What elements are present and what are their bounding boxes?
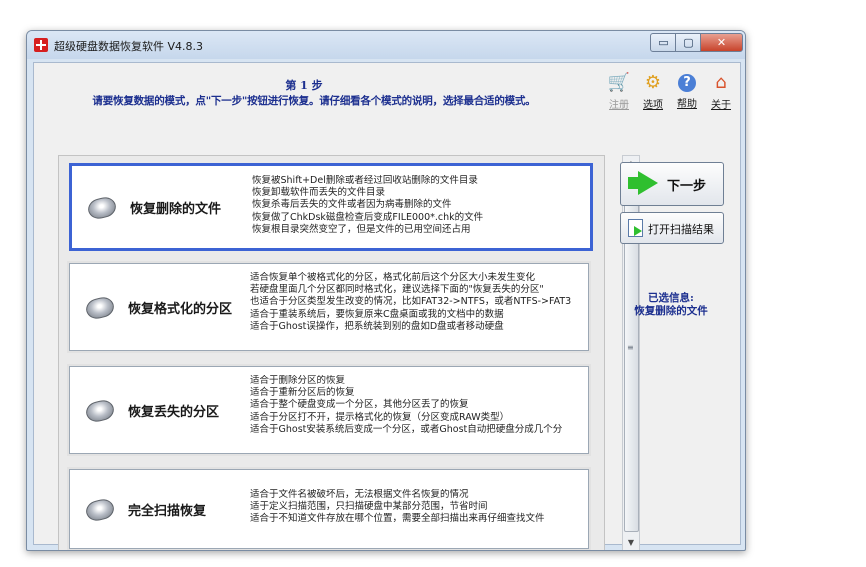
top-toolbar: 🛒 注册 ⚙ 选项 ? 帮助 ⌂ 关于 xyxy=(606,73,738,113)
mode-line: 也适合于分区类型发生改变的情况，比如FAT32->NTFS，或者NTFS->FA… xyxy=(250,296,572,308)
mode-name: 恢复格式化的分区 xyxy=(128,302,233,317)
open-scan-result-label: 打开扫描结果 xyxy=(648,223,714,236)
maximize-button[interactable]: ▢ xyxy=(675,33,702,52)
help-link[interactable]: ? 帮助 xyxy=(674,73,700,111)
mode-description: 适合恢复单个被格式化的分区，格式化前后这个分区大小未发生变化 若硬盘里面几个分区… xyxy=(250,272,588,333)
cart-icon: 🛒 xyxy=(607,72,631,93)
scroll-down-button[interactable]: ▼ xyxy=(623,535,639,550)
mode-line: 恢复根目录突然变空了，但是文件的已用空间还占用 xyxy=(252,223,471,235)
mode-name: 完全扫描恢复 xyxy=(128,504,207,519)
hard-disk-icon xyxy=(85,194,119,222)
mode-card-format[interactable]: 恢复格式化的分区 适合恢复单个被格式化的分区，格式化前后这个分区大小未发生变化 … xyxy=(69,263,589,351)
about-link[interactable]: ⌂ 关于 xyxy=(708,73,734,112)
mode-description: 适合于删除分区的恢复 适合于重新分区后的恢复 适合于整个硬盘变成一个分区，其他分… xyxy=(250,375,588,436)
mode-line: 适合于Ghost安装系统后变成一个分区，或者Ghost自动把硬盘分成几个分 xyxy=(250,423,563,435)
green-arrow-icon xyxy=(628,171,658,195)
mode-line: 适合于删除分区的恢复 xyxy=(250,375,346,386)
help-icon: ? xyxy=(678,74,696,92)
mode-line: 若硬盘里面几个分区都同时格式化，建议选择下面的"恢复丢失的分区" xyxy=(250,284,544,296)
window-title: 超级硬盘数据恢复软件 V4.8.3 xyxy=(54,40,204,53)
close-button[interactable]: ✕ xyxy=(700,33,743,52)
mode-line: 适合于重新分区后的恢复 xyxy=(250,387,355,399)
app-logo-icon xyxy=(34,38,48,52)
selected-info-value: 恢复删除的文件 xyxy=(634,305,708,317)
mode-line: 适合恢复单个被格式化的分区，格式化前后这个分区大小未发生变化 xyxy=(250,272,536,283)
open-document-icon xyxy=(628,219,643,237)
mode-line: 适合于Ghost误操作，把系统装到别的盘如D盘或者移动硬盘 xyxy=(250,320,504,332)
title-bar[interactable]: 超级硬盘数据恢复软件 V4.8.3 ▭ ▢ ✕ xyxy=(27,31,745,59)
mode-line: 适于定义扫描范围，只扫描硬盘中某部分范围，节省时间 xyxy=(250,501,488,513)
app-window: 超级硬盘数据恢复软件 V4.8.3 ▭ ▢ ✕ 第 1 步 请要恢复数据的模式，… xyxy=(26,30,746,551)
register-link[interactable]: 🛒 注册 xyxy=(606,73,632,112)
mode-line: 适合于重装系统后，要恢复原来C盘桌面或我的文档中的数据 xyxy=(250,308,504,320)
mode-name: 恢复删除的文件 xyxy=(130,202,222,217)
home-icon: ⌂ xyxy=(715,72,727,93)
minimize-button[interactable]: ▭ xyxy=(650,33,677,52)
open-scan-result-button[interactable]: 打开扫描结果 xyxy=(620,212,724,244)
mode-description: 恢复被Shift+Del删除或者经过回收站删除的文件目录 恢复卸载软件而丢失的文… xyxy=(252,175,590,236)
mode-card-full-scan[interactable]: 完全扫描恢复 适合于文件名被破坏后，无法根据文件名恢复的情况 适于定义扫描范围，… xyxy=(69,469,589,549)
about-label: 关于 xyxy=(711,100,731,111)
options-link[interactable]: ⚙ 选项 xyxy=(640,73,666,112)
hard-disk-icon xyxy=(83,294,117,322)
scroll-grip-icon: ≡ xyxy=(627,343,634,352)
mode-card-lost-partition[interactable]: 恢复丢失的分区 适合于删除分区的恢复 适合于重新分区后的恢复 适合于整个硬盘变成… xyxy=(69,366,589,454)
next-step-button[interactable]: 下一步 xyxy=(620,162,724,206)
selected-info: 已选信息: 恢复删除的文件 xyxy=(616,292,726,318)
step-title: 第 1 步 xyxy=(285,79,323,92)
register-label: 注册 xyxy=(609,100,629,111)
main-client-area: 第 1 步 请要恢复数据的模式，点"下一步"按钮进行恢复。请仔细看各个模式的说明… xyxy=(33,62,741,550)
mode-line: 适合于整个硬盘变成一个分区，其他分区丢了的恢复 xyxy=(250,399,469,411)
mode-line: 恢复做了ChkDsk磁盘检查后变成FILE000*.chk的文件 xyxy=(252,211,484,223)
step-description: 请要恢复数据的模式，点"下一步"按钮进行恢复。请仔细看各个模式的说明，选择最合适… xyxy=(92,95,536,107)
help-label: 帮助 xyxy=(677,99,697,110)
mode-line: 恢复卸载软件而丢失的文件目录 xyxy=(252,187,386,199)
mode-line: 适合于不知道文件存放在哪个位置，需要全部扫描出来再仔细查找文件 xyxy=(250,513,545,525)
mode-line: 适合于文件名被破坏后，无法根据文件名恢复的情况 xyxy=(250,489,469,500)
gear-icon: ⚙ xyxy=(644,72,662,93)
mode-description: 适合于文件名被破坏后，无法根据文件名恢复的情况 适于定义扫描范围，只扫描硬盘中某… xyxy=(250,489,588,526)
mode-line: 适合于分区打不开，提示格式化的恢复（分区变成RAW类型） xyxy=(250,411,510,423)
mode-line: 恢复杀毒后丢失的文件或者因为病毒删除的文件 xyxy=(252,199,452,211)
hard-disk-icon xyxy=(83,496,117,524)
mode-list: 恢复删除的文件 恢复被Shift+Del删除或者经过回收站删除的文件目录 恢复卸… xyxy=(58,155,605,550)
selected-info-title: 已选信息: xyxy=(648,292,694,304)
next-step-label: 下一步 xyxy=(667,179,707,194)
hard-disk-icon xyxy=(83,397,117,425)
mode-card-delete[interactable]: 恢复删除的文件 恢复被Shift+Del删除或者经过回收站删除的文件目录 恢复卸… xyxy=(69,163,593,251)
options-label: 选项 xyxy=(643,100,663,111)
mode-name: 恢复丢失的分区 xyxy=(128,405,220,420)
mode-line: 恢复被Shift+Del删除或者经过回收站删除的文件目录 xyxy=(252,175,478,186)
